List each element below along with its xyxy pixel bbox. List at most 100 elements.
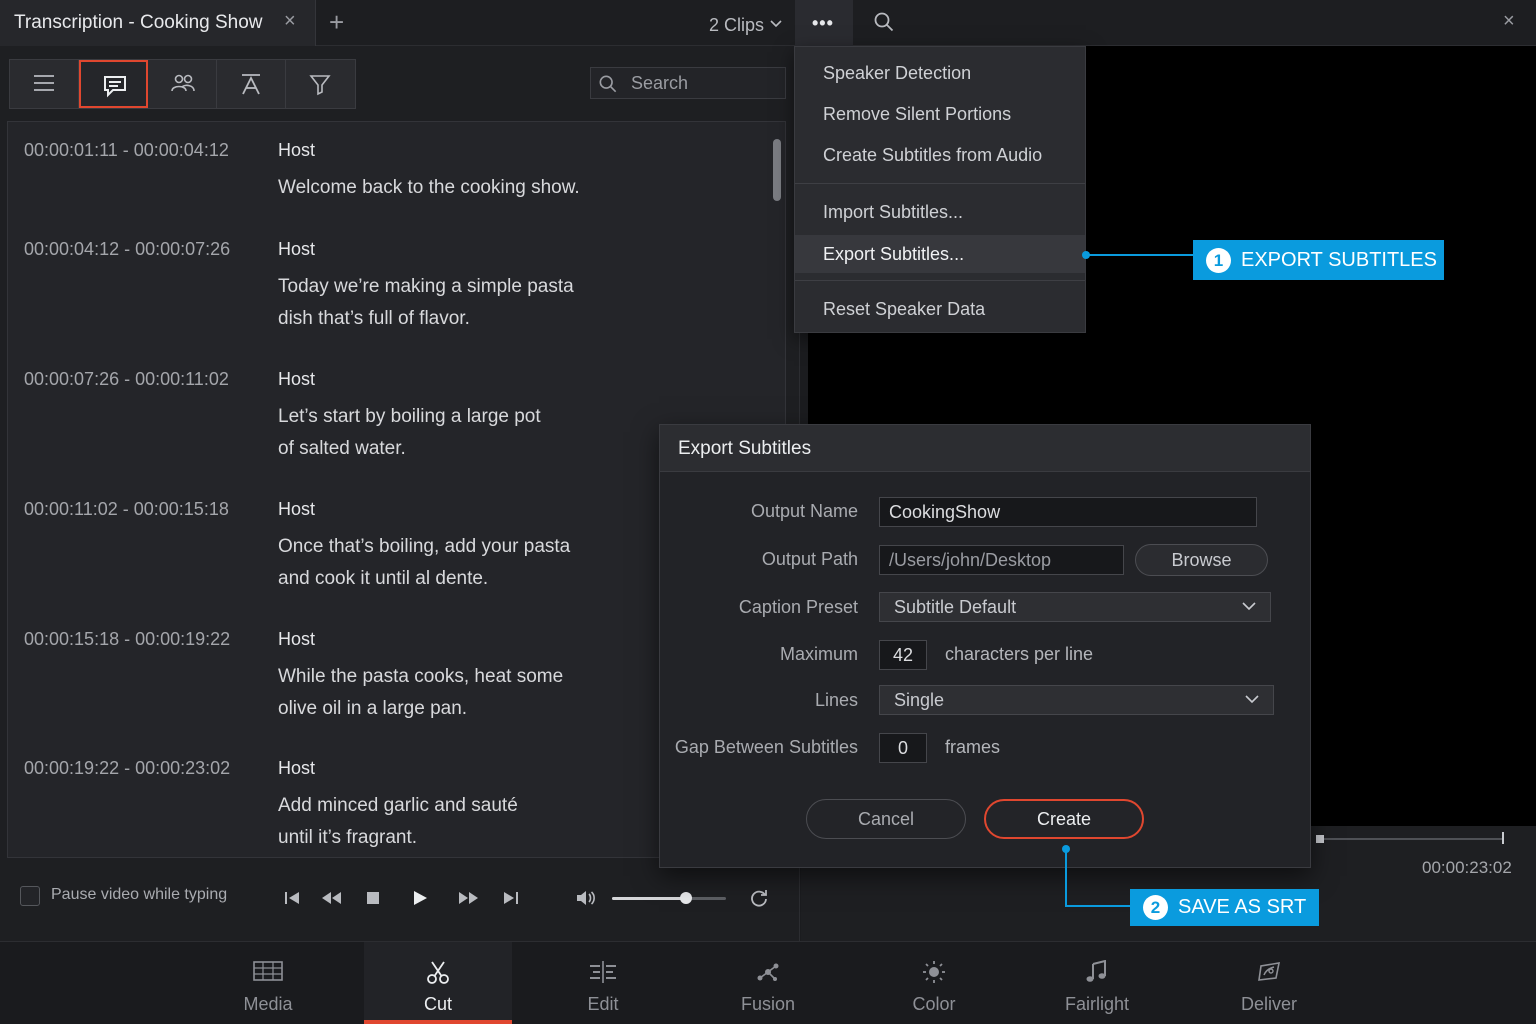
more-options-button[interactable]: ••• (795, 0, 853, 46)
output-path-field[interactable]: /Users/john/Desktop (879, 545, 1124, 575)
entry-timecode: 00:00:11:02 - 00:00:15:18 (24, 499, 229, 519)
speakers-view-button[interactable] (148, 60, 217, 108)
entry-text[interactable]: Once that’s boiling, add your pasta and c… (278, 531, 598, 595)
tab-transcription[interactable]: Transcription - Cooking Show × (0, 0, 316, 46)
page-navigation-bar: Media Cut Edit Fusion Color Fairlight De… (0, 941, 1536, 1024)
entry-text[interactable]: Today we’re making a simple pasta dish th… (278, 271, 598, 335)
skip-to-start-icon[interactable] (283, 888, 301, 913)
page-fairlight[interactable]: Fairlight (1023, 942, 1171, 1024)
stop-icon[interactable] (364, 888, 382, 913)
entry-speaker: Host (278, 239, 316, 259)
play-icon[interactable] (411, 888, 429, 913)
search-field[interactable] (590, 67, 786, 99)
callout-2-leader-horizontal (1065, 905, 1131, 907)
page-label: Edit (587, 994, 619, 1014)
page-label: Cut (423, 994, 452, 1014)
menu-item-remove-silent-portions[interactable]: Remove Silent Portions (795, 95, 1085, 133)
menu-item-export-subtitles[interactable]: Export Subtitles... (795, 235, 1085, 273)
clips-dropdown[interactable]: 2 Clips (709, 12, 782, 36)
transcript-scrollbar[interactable] (773, 139, 781, 201)
output-name-field[interactable]: CookingShow (879, 497, 1257, 527)
text-style-button[interactable] (217, 60, 286, 108)
page-fusion[interactable]: Fusion (694, 942, 842, 1024)
browse-button[interactable]: Browse (1135, 544, 1268, 576)
create-button[interactable]: Create (984, 799, 1144, 839)
tab-bar: Transcription - Cooking Show × + 2 Clips… (0, 0, 1536, 46)
entry-speaker: Host (278, 499, 316, 519)
chevron-down-icon (1245, 695, 1259, 704)
entry-timecode: 00:00:01:11 - 00:00:04:12 (24, 140, 229, 160)
entry-timecode: 00:00:19:22 - 00:00:23:02 (24, 758, 231, 778)
entry-speaker: Host (278, 629, 316, 649)
entry-speaker: Host (278, 369, 316, 389)
list-view-button[interactable] (10, 60, 79, 108)
add-tab-icon[interactable]: + (329, 7, 344, 38)
entry-text[interactable]: Add minced garlic and sauté until it’s fr… (278, 790, 598, 854)
tab-close-icon[interactable]: × (284, 10, 296, 33)
fast-forward-icon[interactable] (456, 888, 480, 913)
dialog-header: Export Subtitles (660, 425, 1310, 472)
caption-preset-select[interactable]: Subtitle Default (879, 592, 1271, 622)
loop-icon[interactable] (749, 888, 769, 913)
dialog-title: Export Subtitles (678, 438, 812, 459)
page-color[interactable]: Color (860, 942, 1008, 1024)
close-window-icon[interactable]: × (1503, 10, 1515, 33)
search-input[interactable] (631, 72, 781, 94)
page-deliver[interactable]: Deliver (1195, 942, 1343, 1024)
lines-select[interactable]: Single (879, 685, 1274, 715)
caption-preset-value: Subtitle Default (894, 597, 1017, 617)
clips-label: 2 Clips (709, 15, 765, 35)
callout-save-as-srt: 2 SAVE AS SRT (1130, 889, 1319, 926)
more-options-menu: Speaker Detection Remove Silent Portions… (794, 46, 1086, 333)
search-icon[interactable] (874, 12, 894, 37)
menu-item-speaker-detection[interactable]: Speaker Detection (795, 54, 1085, 92)
export-subtitles-dialog: Export Subtitles Output Name CookingShow… (659, 424, 1311, 868)
volume-slider-knob[interactable] (680, 892, 692, 904)
menu-item-import-subtitles[interactable]: Import Subtitles... (795, 193, 1085, 231)
pause-checkbox[interactable] (20, 886, 40, 906)
gap-field[interactable]: 0 (879, 733, 927, 763)
active-page-indicator (364, 1020, 512, 1024)
menu-item-reset-speaker-data[interactable]: Reset Speaker Data (795, 290, 1085, 328)
menu-separator (795, 280, 1085, 281)
filter-button[interactable] (286, 60, 355, 108)
callout-2-leader-vertical (1065, 849, 1067, 907)
page-label: Media (243, 994, 293, 1014)
volume-icon[interactable] (575, 888, 597, 913)
callout-number: 1 (1206, 248, 1231, 273)
subtitles-view-button[interactable] (79, 60, 148, 108)
page-edit[interactable]: Edit (529, 942, 677, 1024)
tab-title: Transcription - Cooking Show (14, 12, 263, 33)
page-label: Color (912, 994, 956, 1014)
page-cut[interactable]: Cut (364, 942, 512, 1024)
entry-text[interactable]: Welcome back to the cooking show. (278, 172, 598, 204)
gap-suffix: frames (945, 737, 1001, 757)
maximum-chars-field[interactable]: 42 (879, 640, 927, 670)
cancel-button[interactable]: Cancel (806, 799, 966, 839)
scrub-in-handle[interactable] (1316, 835, 1324, 843)
rewind-icon[interactable] (320, 888, 344, 913)
entry-speaker: Host (278, 758, 316, 778)
volume-slider-fill (612, 897, 686, 900)
pause-label: Pause video while typing (51, 886, 228, 903)
page-media[interactable]: Media (194, 942, 342, 1024)
menu-item-create-subtitles[interactable]: Create Subtitles from Audio (795, 136, 1085, 174)
entry-text[interactable]: While the pasta cooks, heat some olive oi… (278, 661, 598, 725)
entry-text[interactable]: Let’s start by boiling a large pot of sal… (278, 401, 598, 465)
chevron-down-icon (1242, 602, 1256, 611)
chevron-down-icon (770, 12, 782, 33)
viewer-timecode: 00:00:23:02 (1422, 858, 1512, 877)
page-label: Fairlight (1064, 994, 1130, 1014)
page-label: Deliver (1240, 994, 1297, 1014)
output-name-label: Output Name (750, 501, 858, 521)
entry-timecode: 00:00:15:18 - 00:00:19:22 (24, 629, 231, 649)
callout-label: SAVE AS SRT (1178, 896, 1307, 918)
ellipsis-icon: ••• (812, 13, 834, 33)
skip-to-end-icon[interactable] (502, 888, 520, 913)
maximum-label: Maximum (779, 644, 858, 664)
scrub-bar[interactable] (1316, 838, 1504, 840)
scrub-out-handle[interactable] (1502, 832, 1504, 844)
callout-number: 2 (1143, 895, 1168, 920)
entry-timecode: 00:00:04:12 - 00:00:07:26 (24, 239, 231, 259)
page-label: Fusion (740, 994, 796, 1014)
